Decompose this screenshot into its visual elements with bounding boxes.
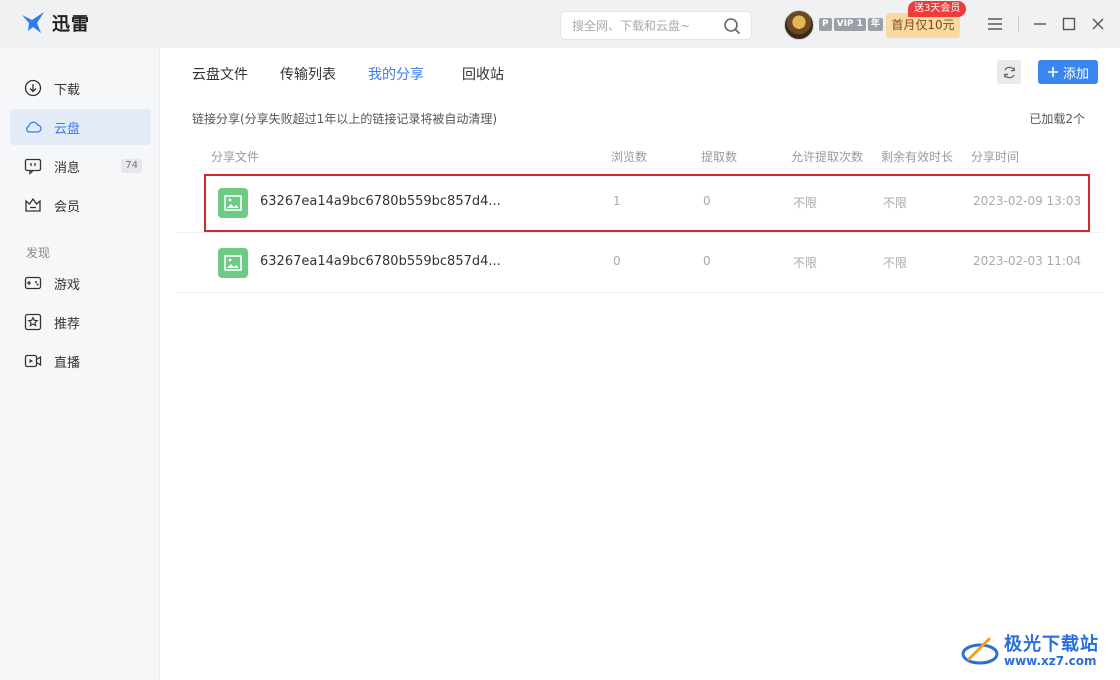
sidebar-item-label: 下载 — [54, 82, 81, 98]
sidebar: 下载 云盘 消息 74 会员 发现 游戏 推荐 直播 — [0, 48, 160, 680]
share-notice: 链接分享(分享失败超过1年以上的链接记录将被自动清理) — [192, 112, 498, 126]
watermark-text: 极光下载站 — [1004, 634, 1099, 655]
extracts-count: 0 — [703, 254, 711, 268]
loaded-count: 已加载2个 — [1029, 112, 1085, 126]
share-time: 2023-02-03 11:04 — [973, 254, 1082, 268]
add-button[interactable]: 添加 — [1038, 60, 1098, 84]
minimize-icon — [1034, 23, 1046, 25]
search-box[interactable] — [560, 11, 752, 40]
search-input[interactable] — [561, 12, 711, 39]
title-divider — [1018, 16, 1019, 32]
image-file-icon — [218, 248, 248, 278]
close-icon — [1092, 18, 1104, 30]
watermark: 极光下载站 www.xz7.com — [960, 626, 1112, 676]
extracts-count: 0 — [703, 194, 711, 208]
sidebar-item-cloud[interactable]: 云盘 — [10, 109, 151, 145]
minimize-button[interactable] — [1030, 14, 1050, 34]
sidebar-item-label: 会员 — [54, 199, 81, 215]
thunder-bird-icon — [22, 12, 44, 33]
message-icon — [24, 158, 42, 175]
cloud-icon — [26, 121, 42, 133]
message-count-badge: 74 — [121, 159, 142, 173]
watermark-url: www.xz7.com — [1004, 654, 1097, 668]
remaining-validity: 不限 — [883, 196, 908, 210]
share-time: 2023-02-09 13:03 — [973, 194, 1082, 208]
remaining-validity: 不限 — [883, 256, 908, 270]
table-row[interactable]: 63267ea14a9bc6780b559bc857d4... 0 0 不限 不… — [176, 233, 1102, 293]
sidebar-item-member[interactable]: 会员 — [10, 187, 151, 223]
table-row[interactable]: 63267ea14a9bc6780b559bc857d4... 1 0 不限 不… — [176, 173, 1102, 233]
sidebar-item-label: 直播 — [54, 355, 81, 371]
app-logo: 迅雷 — [20, 10, 90, 36]
watermark-logo-icon — [961, 636, 999, 665]
main-panel: 云盘文件 传输列表 我的分享 回收站 添加 链接分享(分享失败超过1年以上的链接… — [160, 48, 1120, 680]
column-header-extracts: 提取数 — [701, 150, 738, 164]
column-header-views: 浏览数 — [611, 150, 648, 164]
column-header-file: 分享文件 — [211, 150, 260, 164]
sidebar-item-label: 游戏 — [54, 277, 81, 293]
search-icon[interactable] — [723, 17, 741, 35]
refresh-button[interactable] — [997, 60, 1021, 84]
views-count: 1 — [613, 194, 621, 208]
allowed-extracts: 不限 — [793, 256, 818, 270]
file-name[interactable]: 63267ea14a9bc6780b559bc857d4... — [260, 254, 501, 269]
menu-button[interactable] — [985, 14, 1005, 34]
promo-tag: 送3天会员 — [908, 1, 967, 17]
vip-badge-p: P — [819, 18, 832, 31]
allowed-extracts: 不限 — [793, 196, 818, 210]
add-button-label: 添加 — [1062, 66, 1089, 82]
column-header-remaining: 剩余有效时长 — [881, 150, 954, 164]
app-title: 迅雷 — [52, 14, 90, 35]
discover-section-title: 发现 — [26, 246, 51, 260]
file-name[interactable]: 63267ea14a9bc6780b559bc857d4... — [260, 194, 501, 209]
sidebar-item-recommend[interactable]: 推荐 — [10, 304, 151, 340]
vip-badge-level: VIP 1 — [833, 18, 866, 31]
menu-icon — [988, 18, 1002, 30]
sidebar-item-label: 推荐 — [54, 316, 81, 332]
refresh-icon — [1003, 66, 1015, 78]
title-bar: 迅雷 P VIP 1 年 首月仅10元 送3天会员 — [0, 0, 1120, 48]
live-icon — [24, 354, 42, 368]
sidebar-item-live[interactable]: 直播 — [10, 343, 151, 379]
tab-recycle-bin[interactable]: 回收站 — [462, 64, 504, 84]
crown-icon — [25, 197, 41, 212]
image-file-icon — [218, 188, 248, 218]
views-count: 0 — [613, 254, 621, 268]
avatar[interactable] — [784, 10, 814, 40]
sidebar-item-games[interactable]: 游戏 — [10, 265, 151, 301]
sidebar-item-messages[interactable]: 消息 74 — [10, 148, 151, 184]
maximize-button[interactable] — [1059, 14, 1079, 34]
vip-badge-year: 年 — [867, 18, 883, 31]
vip-badges[interactable]: P VIP 1 年 — [819, 18, 883, 31]
gamepad-icon — [24, 276, 42, 290]
column-header-time: 分享时间 — [971, 150, 1020, 164]
sidebar-item-download[interactable]: 下载 — [10, 70, 151, 106]
download-icon — [24, 79, 42, 97]
sidebar-item-label: 消息 — [54, 160, 81, 176]
plus-icon — [1047, 67, 1058, 77]
column-header-allowed: 允许提取次数 — [791, 150, 864, 164]
tab-my-shares[interactable]: 我的分享 — [368, 64, 424, 84]
close-button[interactable] — [1088, 14, 1108, 34]
tab-transfer-list[interactable]: 传输列表 — [280, 64, 336, 84]
maximize-icon — [1062, 17, 1076, 31]
sidebar-item-label: 云盘 — [54, 121, 81, 137]
tab-cloud-files[interactable]: 云盘文件 — [192, 64, 248, 84]
star-icon — [24, 313, 42, 331]
